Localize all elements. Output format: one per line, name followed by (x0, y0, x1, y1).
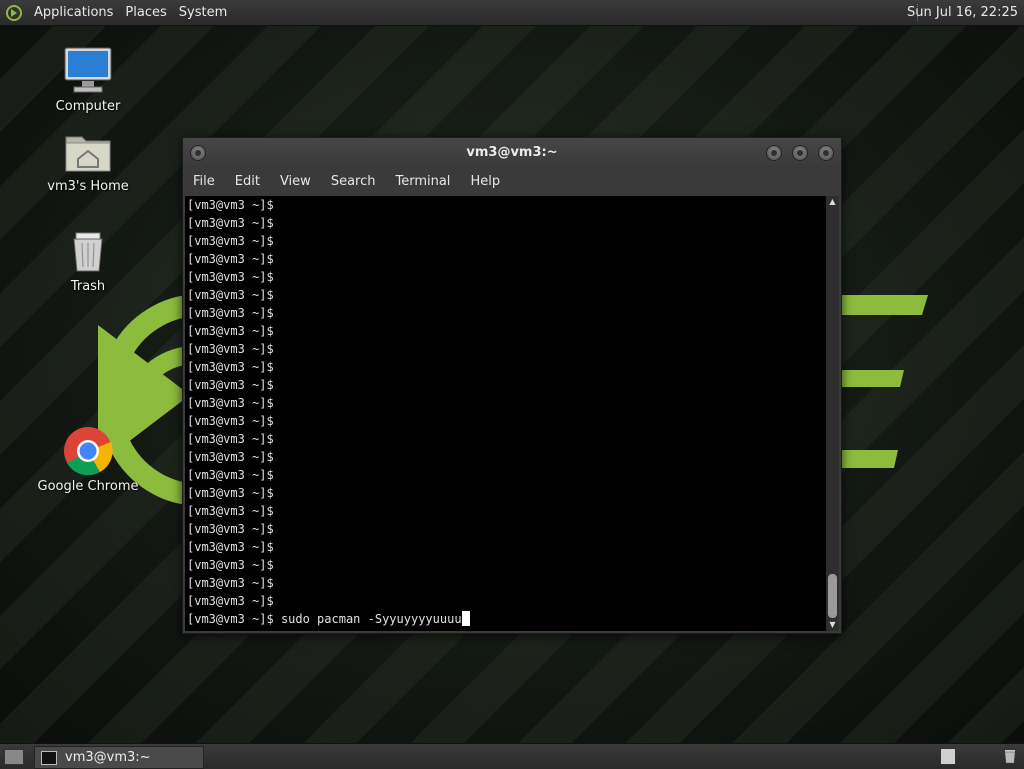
terminal-window[interactable]: vm3@vm3:~ File Edit View Search Terminal… (182, 137, 842, 634)
desktop-icon-label: vm3's Home (47, 179, 129, 194)
menu-help[interactable]: Help (460, 168, 510, 195)
terminal-prompt-line: [vm3@vm3 ~]$ (187, 594, 274, 608)
desktop-icon-label: Computer (55, 99, 121, 114)
workspace-switcher[interactable] (940, 748, 956, 765)
terminal-prompt-line: [vm3@vm3 ~]$ (187, 378, 274, 392)
terminal-prompt-line: [vm3@vm3 ~]$ (187, 522, 274, 536)
show-desktop-icon[interactable] (4, 749, 24, 765)
terminal-prompt-line: [vm3@vm3 ~]$ (187, 288, 274, 302)
desktop-icon-label: Google Chrome (37, 479, 139, 494)
panel-trash-icon[interactable] (1002, 748, 1018, 764)
computer-icon (64, 47, 112, 93)
prompt-lines: [vm3@vm3 ~]$ [vm3@vm3 ~]$ [vm3@vm3 ~]$ [vm3… (185, 196, 826, 610)
prompt-text: [vm3@vm3 ~]$ (187, 612, 274, 626)
terminal-icon (41, 750, 57, 765)
taskbar-label: vm3@vm3:~ (65, 750, 151, 765)
terminal-prompt-line: [vm3@vm3 ~]$ (187, 576, 274, 590)
terminal-prompt-line: [vm3@vm3 ~]$ (187, 468, 274, 482)
close-button[interactable] (818, 145, 834, 161)
terminal-prompt-line: [vm3@vm3 ~]$ (187, 450, 274, 464)
terminal-prompt-line: [vm3@vm3 ~]$ (187, 396, 274, 410)
window-title-bar[interactable]: vm3@vm3:~ (183, 138, 841, 168)
terminal-scrollbar[interactable]: ▲ ▼ (826, 196, 839, 631)
terminal-menu-bar: File Edit View Search Terminal Help (183, 168, 841, 195)
menu-places[interactable]: Places (119, 0, 172, 25)
terminal-prompt-line: [vm3@vm3 ~]$ (187, 360, 274, 374)
chrome-icon (64, 427, 113, 476)
top-panel: Applications Places System Sun Jul 16, 2… (0, 0, 1024, 26)
bottom-panel: vm3@vm3:~ (0, 743, 1024, 769)
desktop-icon-computer[interactable]: Computer (33, 45, 143, 114)
command-text: sudo pacman -Syyuyyyyuuuu (280, 612, 462, 626)
menu-terminal[interactable]: Terminal (385, 168, 460, 195)
maximize-button[interactable] (792, 145, 808, 161)
menu-file[interactable]: File (183, 168, 225, 195)
clock[interactable]: Sun Jul 16, 22:25 (907, 0, 1018, 25)
terminal-command-line[interactable]: [vm3@vm3 ~]$ sudo pacman -Syyuyyyyuuuu (185, 610, 826, 628)
text-cursor (461, 611, 470, 626)
scrollbar-thumb[interactable] (828, 574, 837, 618)
home-folder-icon (65, 136, 111, 172)
scroll-down-arrow-icon[interactable]: ▼ (826, 619, 839, 631)
trash-icon (73, 232, 103, 272)
terminal-prompt-line: [vm3@vm3 ~]$ (187, 306, 274, 320)
terminal-prompt-line: [vm3@vm3 ~]$ (187, 234, 274, 248)
mate-logo-letter (838, 295, 928, 468)
terminal-prompt-line: [vm3@vm3 ~]$ (187, 504, 274, 518)
terminal-prompt-line: [vm3@vm3 ~]$ (187, 342, 274, 356)
taskbar-terminal-button[interactable]: vm3@vm3:~ (34, 746, 204, 769)
terminal-prompt-line: [vm3@vm3 ~]$ (187, 432, 274, 446)
minimize-button[interactable] (766, 145, 782, 161)
desktop-icon-home[interactable]: vm3's Home (33, 125, 143, 194)
terminal-prompt-line: [vm3@vm3 ~]$ (187, 486, 274, 500)
terminal-prompt-line: [vm3@vm3 ~]$ (187, 198, 274, 212)
menu-edit[interactable]: Edit (225, 168, 270, 195)
mate-menu-icon[interactable] (6, 4, 22, 21)
menu-applications[interactable]: Applications (28, 0, 119, 25)
terminal-prompt-line: [vm3@vm3 ~]$ (187, 540, 274, 554)
terminal-output[interactable]: [vm3@vm3 ~]$ [vm3@vm3 ~]$ [vm3@vm3 ~]$ [vm3… (185, 196, 826, 631)
terminal-prompt-line: [vm3@vm3 ~]$ (187, 216, 274, 230)
scroll-up-arrow-icon[interactable]: ▲ (826, 196, 839, 208)
desktop-icon-chrome[interactable]: Google Chrome (33, 425, 143, 494)
desktop-icon-trash[interactable]: Trash (33, 225, 143, 294)
terminal-prompt-line: [vm3@vm3 ~]$ (187, 252, 274, 266)
menu-view[interactable]: View (270, 168, 321, 195)
window-title: vm3@vm3:~ (466, 145, 558, 160)
desktop-icon-label: Trash (70, 279, 106, 294)
terminal-prompt-line: [vm3@vm3 ~]$ (187, 270, 274, 284)
menu-system[interactable]: System (173, 0, 233, 25)
terminal-prompt-line: [vm3@vm3 ~]$ (187, 324, 274, 338)
terminal-prompt-line: [vm3@vm3 ~]$ (187, 558, 274, 572)
menu-search[interactable]: Search (321, 168, 386, 195)
terminal-prompt-line: [vm3@vm3 ~]$ (187, 414, 274, 428)
